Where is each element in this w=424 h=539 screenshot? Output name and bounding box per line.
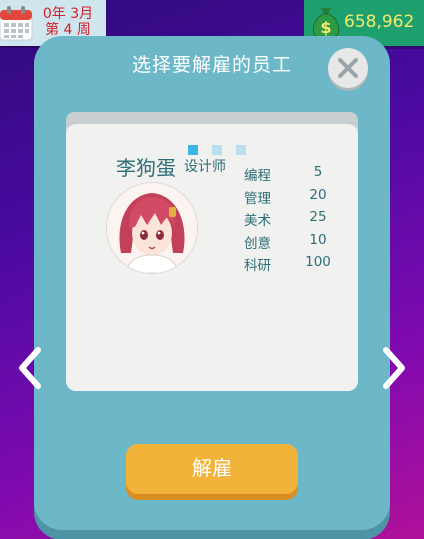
pager-dot-2[interactable]: [212, 145, 223, 155]
avatar: [106, 182, 198, 274]
svg-text:$: $: [320, 18, 331, 37]
employee-name: 李狗蛋: [116, 156, 176, 180]
calendar-icon: [0, 6, 33, 41]
employee-role: 设计师: [184, 159, 226, 175]
stat-row: 科研 100: [244, 254, 344, 277]
chevron-right-icon[interactable]: [378, 346, 410, 390]
stat-value: 5: [313, 164, 323, 180]
stat-value: 25: [309, 209, 327, 226]
stat-value: 20: [309, 186, 327, 203]
stat-label: 管理: [244, 190, 271, 207]
stat-row: 管理 20: [244, 187, 344, 210]
employee-card[interactable]: 李狗蛋 设计师 编程 5 管理 20 美术 25 创意 10 科研 100: [66, 124, 358, 391]
fire-employee-dialog: 选择要解雇的员工 李狗蛋 设计师 编程 5 管理 20 美术 25 创意 10 …: [34, 36, 390, 530]
stat-row: 美术 25: [244, 209, 344, 232]
pager-dot-3[interactable]: [236, 145, 247, 155]
pager-dot-1[interactable]: [188, 145, 198, 155]
stats-list: 编程 5 管理 20 美术 25 创意 10 科研 100: [244, 164, 344, 277]
stat-label: 编程: [244, 168, 271, 184]
fire-button[interactable]: 解雇: [126, 444, 298, 494]
date-month: 0年 3月: [42, 6, 94, 22]
stat-label: 创意: [244, 235, 271, 252]
money-bag-icon: $: [312, 8, 340, 39]
chevron-left-icon[interactable]: [14, 346, 46, 390]
stat-label: 科研: [244, 258, 271, 275]
stat-label: 美术: [244, 213, 271, 230]
avatar-image: [107, 183, 197, 273]
close-button[interactable]: [328, 48, 368, 88]
stat-value: 100: [305, 254, 331, 271]
stat-row: 编程 5: [244, 164, 344, 187]
money-amount: 658,962: [344, 12, 415, 32]
pager-dots: [188, 140, 255, 155]
stat-value: 10: [309, 231, 327, 248]
close-icon: [338, 58, 358, 78]
date-text: 0年 3月 第 4 周: [36, 6, 100, 38]
stat-row: 创意 10: [244, 232, 344, 255]
